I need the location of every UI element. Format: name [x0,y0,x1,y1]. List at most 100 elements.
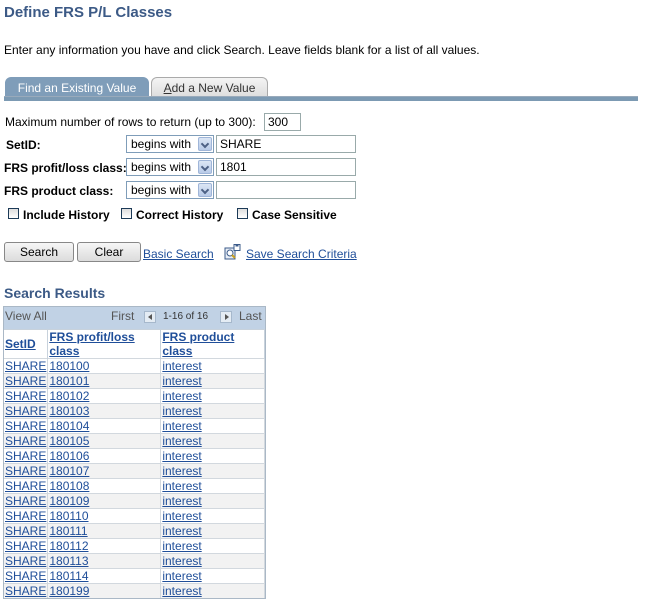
pl-class-label: FRS profit/loss class: [4,161,127,175]
table-cell: SHARE [4,523,49,539]
chevron-down-icon[interactable] [198,137,212,151]
pl-class-link[interactable]: 180199 [49,584,89,598]
basic-search-link[interactable]: Basic Search [143,247,214,261]
product-class-link[interactable]: interest [162,524,201,538]
pl-class-link[interactable]: 180106 [49,449,89,463]
setid-link[interactable]: SHARE [5,569,46,583]
next-page-icon[interactable] [220,311,232,323]
setid-operator-select[interactable]: begins with [126,135,214,153]
setid-input[interactable] [216,135,356,153]
product-class-link[interactable]: interest [162,419,201,433]
product-class-link[interactable]: interest [162,389,201,403]
table-row: SHARE 180101 interest [4,373,265,389]
correct-history-checkbox[interactable] [121,208,132,219]
setid-link[interactable]: SHARE [5,389,46,403]
pl-class-link[interactable]: 180101 [49,374,89,388]
pl-class-link[interactable]: 180108 [49,479,89,493]
setid-link[interactable]: SHARE [5,419,46,433]
table-cell: interest [160,553,265,569]
previous-page-icon[interactable] [144,311,156,323]
column-header-pl-class[interactable]: FRS profit/loss class [47,329,162,359]
product-class-link[interactable]: interest [162,449,201,463]
sort-product-class-link[interactable]: FRS product class [162,330,234,358]
setid-link[interactable]: SHARE [5,449,46,463]
pl-class-link[interactable]: 180113 [49,554,88,568]
column-header-product-class[interactable]: FRS product class [160,329,265,359]
table-cell: SHARE [4,418,49,434]
pl-class-link[interactable]: 180109 [49,494,89,508]
table-row: SHARE 180105 interest [4,433,265,449]
pl-class-link[interactable]: 180100 [49,359,89,373]
search-results-grid: View All First 1-16 of 16 Last SetID FRS… [3,306,266,599]
pl-class-link[interactable]: 180103 [49,404,89,418]
product-class-link[interactable]: interest [162,494,201,508]
product-class-link[interactable]: interest [162,569,201,583]
pl-class-link[interactable]: 180112 [49,539,88,553]
table-header-row: SetID FRS profit/loss class FRS product … [4,329,265,359]
table-cell: SHARE [4,403,49,419]
product-class-link[interactable]: interest [162,509,201,523]
case-sensitive-checkbox[interactable] [237,208,248,219]
sort-pl-class-link[interactable]: FRS profit/loss class [49,330,134,358]
pl-class-operator-select[interactable]: begins with [126,158,214,176]
include-history-checkbox[interactable] [8,208,19,219]
search-button[interactable]: Search [4,242,74,262]
view-all-label[interactable]: View All [5,309,47,323]
table-row: SHARE 180110 interest [4,508,265,524]
table-cell: interest [160,418,265,434]
product-class-link[interactable]: interest [162,584,201,598]
table-cell: SHARE [4,583,49,598]
table-row: SHARE 180111 interest [4,523,265,539]
pl-class-link[interactable]: 180111 [49,524,87,538]
pl-class-operator-value: begins with [131,160,192,174]
table-cell: SHARE [4,493,49,509]
setid-link[interactable]: SHARE [5,554,46,568]
pl-class-link[interactable]: 180104 [49,419,89,433]
product-class-link[interactable]: interest [162,404,201,418]
save-search-criteria-link[interactable]: Save Search Criteria [246,247,357,261]
product-class-link[interactable]: interest [162,434,201,448]
setid-link[interactable]: SHARE [5,434,46,448]
setid-link[interactable]: SHARE [5,584,46,598]
product-class-link[interactable]: interest [162,464,201,478]
chevron-down-icon[interactable] [198,160,212,174]
column-header-setid[interactable]: SetID [4,329,49,359]
setid-link[interactable]: SHARE [5,479,46,493]
setid-link[interactable]: SHARE [5,374,46,388]
table-row: SHARE 180102 interest [4,388,265,404]
pl-class-link[interactable]: 180107 [49,464,89,478]
sort-setid-link[interactable]: SetID [5,337,36,351]
tab-add-new-value[interactable]: Add a New Value [151,77,268,98]
setid-link[interactable]: SHARE [5,539,46,553]
product-class-link[interactable]: interest [162,479,201,493]
chevron-down-icon[interactable] [198,183,212,197]
product-class-link[interactable]: interest [162,539,201,553]
table-cell: SHARE [4,448,49,464]
product-class-link[interactable]: interest [162,374,201,388]
correct-history-label: Correct History [136,208,224,222]
setid-link[interactable]: SHARE [5,404,46,418]
table-cell: 180109 [47,493,162,509]
table-row: SHARE 180108 interest [4,478,265,494]
product-class-link[interactable]: interest [162,359,201,373]
product-class-operator-select[interactable]: begins with [126,181,214,199]
instructions-text: Enter any information you have and click… [4,43,480,57]
product-class-input[interactable] [216,181,356,199]
setid-link[interactable]: SHARE [5,464,46,478]
pl-class-link[interactable]: 180105 [49,434,89,448]
clear-button[interactable]: Clear [77,242,141,262]
setid-link[interactable]: SHARE [5,509,46,523]
last-label: Last [239,309,262,323]
table-row: SHARE 180112 interest [4,538,265,554]
product-class-link[interactable]: interest [162,554,201,568]
setid-link[interactable]: SHARE [5,524,46,538]
table-cell: interest [160,373,265,389]
pl-class-link[interactable]: 180110 [49,509,88,523]
setid-link[interactable]: SHARE [5,494,46,508]
pl-class-input[interactable] [216,158,356,176]
pl-class-link[interactable]: 180114 [49,569,88,583]
save-search-icon[interactable] [224,244,241,260]
max-rows-input[interactable] [264,113,301,131]
pl-class-link[interactable]: 180102 [49,389,89,403]
setid-link[interactable]: SHARE [5,359,46,373]
